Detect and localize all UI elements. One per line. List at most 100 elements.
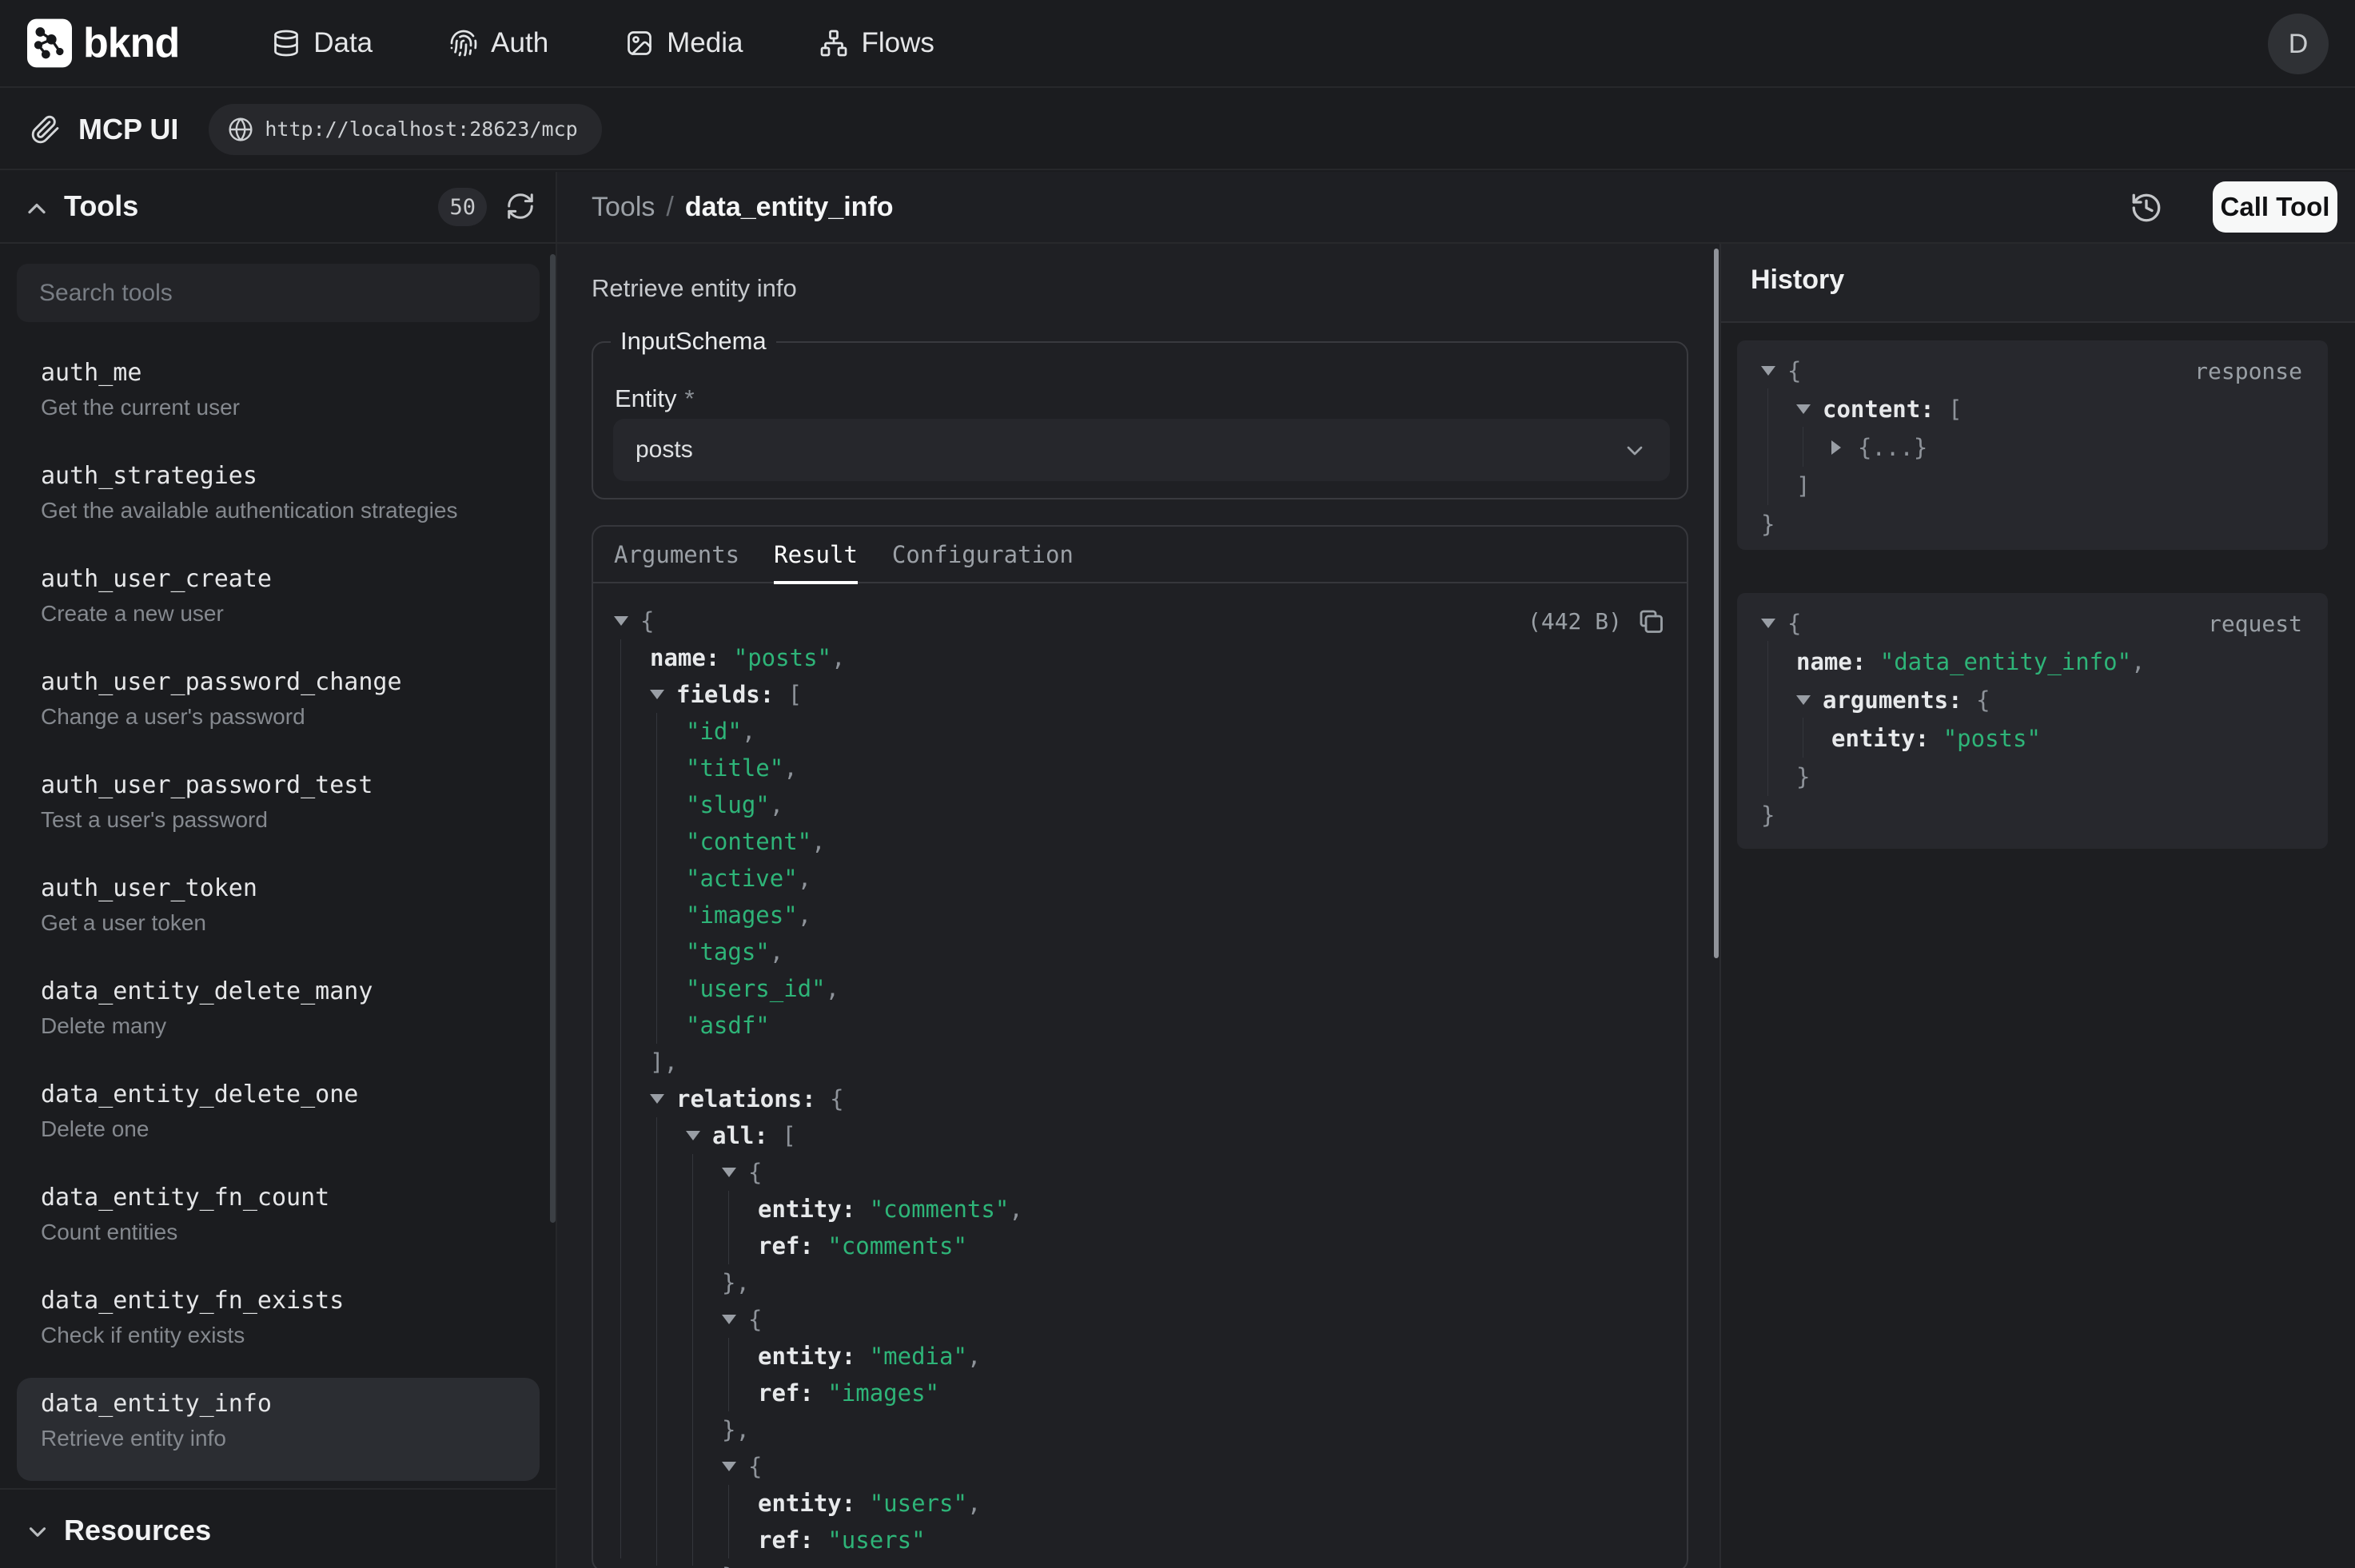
tool-list-item-data_entity_delete_one[interactable]: data_entity_delete_oneDelete one	[17, 1069, 540, 1172]
json-line: ref: "users"	[758, 1522, 926, 1558]
json-line: "content",	[686, 823, 826, 860]
nav-label: Media	[667, 27, 743, 59]
tool-name: auth_user_password_change	[41, 669, 540, 696]
collapse-triangle-icon[interactable]	[1796, 404, 1823, 414]
nav-label: Data	[313, 27, 373, 59]
json-line: content: [	[1796, 390, 1962, 428]
collapse-triangle-icon[interactable]	[650, 690, 676, 699]
collapse-triangle-icon[interactable]	[722, 1315, 748, 1324]
indent-guide	[620, 639, 621, 1558]
nav-item-media[interactable]: Media	[625, 27, 743, 59]
history-entry-response[interactable]: response{content: [{...}]}	[1737, 340, 2328, 550]
tool-description: Check if entity exists	[41, 1323, 540, 1348]
refresh-icon[interactable]	[505, 191, 536, 221]
tool-list-item-data_entity_fn_exists[interactable]: data_entity_fn_existsCheck if entity exi…	[17, 1275, 540, 1378]
entity-select-value: posts	[636, 436, 693, 464]
expand-triangle-icon[interactable]	[1831, 440, 1858, 455]
collapse-triangle-icon[interactable]	[722, 1168, 748, 1177]
search-input[interactable]	[17, 264, 540, 322]
entity-select[interactable]: posts	[613, 419, 1670, 481]
tool-list-item-data_entity_info[interactable]: data_entity_infoRetrieve entity info	[17, 1378, 540, 1481]
history-panel: History response{content: [{...}]} reques…	[1721, 244, 2355, 1568]
nav-label: Flows	[861, 27, 934, 59]
chevron-down-icon	[1622, 438, 1648, 464]
tool-list-item-auth_strategies[interactable]: auth_strategiesGet the available authent…	[17, 450, 540, 553]
tool-list-item-auth_user_password_change[interactable]: auth_user_password_change Change a user's…	[17, 656, 540, 759]
required-mark: *	[685, 384, 695, 412]
nav-item-data[interactable]: Data	[272, 27, 373, 59]
tool-list-item-auth_me[interactable]: auth_me Get the current user	[17, 347, 540, 450]
history-icon[interactable]	[2130, 191, 2163, 225]
tool-description: Delete one	[41, 1116, 540, 1142]
collapse-triangle-icon[interactable]	[1796, 695, 1823, 705]
result-meta: (442 B)	[1528, 603, 1665, 639]
json-line: name: "data_entity_info",	[1796, 643, 2146, 681]
json-line: {...}	[1831, 428, 1927, 467]
tools-count-badge: 50	[438, 188, 487, 226]
json-line: "tags",	[686, 933, 783, 970]
tool-name: auth_me	[41, 360, 540, 387]
tool-description: Count entities	[41, 1220, 540, 1245]
collapse-triangle-icon[interactable]	[1761, 619, 1787, 628]
tool-name: auth_user_password_test	[41, 772, 540, 799]
tab-configuration[interactable]: Configuration	[892, 526, 1074, 583]
history-header: History	[1721, 244, 2355, 323]
tool-description: Create a new user	[41, 601, 540, 627]
json-line: entity: "posts"	[1831, 719, 2041, 758]
main-scrollbar[interactable]	[1714, 249, 1719, 958]
tool-list-item-auth_user_token[interactable]: auth_user_tokenGet a user token	[17, 862, 540, 965]
copy-icon[interactable]	[1636, 606, 1665, 636]
server-url-pill[interactable]: http://localhost:28623/mcp	[209, 104, 601, 155]
json-line: {	[1761, 604, 1801, 643]
collapse-triangle-icon[interactable]	[650, 1094, 676, 1104]
tool-description: Change a user's password	[41, 704, 540, 730]
tool-description: Test a user's password	[41, 807, 540, 833]
nav-item-auth[interactable]: Auth	[449, 27, 548, 59]
chevron-up-icon[interactable]	[22, 194, 51, 223]
history-entry-tag: request	[2208, 604, 2302, 643]
json-line: }	[722, 1558, 735, 1568]
sidebar-scrollbar[interactable]	[550, 254, 556, 1223]
breadcrumb: Tools / data_entity_info	[592, 172, 894, 242]
json-line: }	[1761, 796, 1775, 834]
indent-guide	[728, 1338, 729, 1411]
json-line: {	[1761, 352, 1801, 390]
paperclip-icon	[30, 114, 61, 145]
call-tool-button[interactable]: Call Tool	[2213, 181, 2337, 233]
json-line: {	[722, 1448, 762, 1485]
tab-result[interactable]: Result	[774, 526, 858, 583]
input-schema-legend: InputSchema	[611, 327, 776, 356]
mcp-ui-title: MCP UI	[78, 113, 178, 146]
user-avatar[interactable]: D	[2268, 14, 2329, 74]
tool-list-item-data_entity_fn_count[interactable]: data_entity_fn_countCount entities	[17, 1172, 540, 1275]
json-line: "title",	[686, 750, 798, 786]
result-size-label: (442 B)	[1528, 608, 1622, 635]
collapse-triangle-icon[interactable]	[614, 616, 640, 626]
entity-field-label: Entity*	[615, 384, 695, 413]
json-line: {	[614, 603, 654, 639]
indent-guide	[728, 1191, 729, 1264]
breadcrumb-section[interactable]: Tools	[592, 192, 655, 223]
resources-section-header[interactable]: Resources	[0, 1498, 556, 1562]
globe-icon	[228, 117, 253, 142]
app-root: bknd Data Auth Media Flows D	[0, 0, 2355, 1568]
tab-arguments[interactable]: Arguments	[614, 526, 739, 583]
json-line: }	[1796, 758, 1810, 796]
bknd-logo-icon	[27, 18, 72, 68]
nav-item-flows[interactable]: Flows	[819, 27, 934, 59]
tool-name: auth_strategies	[41, 463, 540, 490]
input-schema-fieldset: InputSchema Entity* posts	[592, 341, 1688, 499]
result-card: ArgumentsResultConfiguration (442 B) {na…	[592, 525, 1688, 1568]
tool-description: Get a user token	[41, 910, 540, 936]
tool-description: Get the current user	[41, 395, 540, 420]
tool-list-item-auth_user_create[interactable]: auth_user_createCreate a new user	[17, 553, 540, 656]
json-line: }	[1761, 505, 1775, 543]
tool-list-item-auth_user_password_test[interactable]: auth_user_password_test Test a user's pas…	[17, 759, 540, 862]
brand-logo[interactable]: bknd	[27, 18, 179, 68]
tools-sidebar: Tools 50 auth_meGet the current userauth…	[0, 172, 556, 1568]
tool-list-item-data_entity_delete_many[interactable]: data_entity_delete_manyDelete many	[17, 965, 540, 1069]
history-entry-request[interactable]: request{name: "data_entity_info",argumen…	[1737, 593, 2328, 849]
collapse-triangle-icon[interactable]	[722, 1462, 748, 1471]
collapse-triangle-icon[interactable]	[1761, 366, 1787, 376]
collapse-triangle-icon[interactable]	[686, 1131, 712, 1140]
